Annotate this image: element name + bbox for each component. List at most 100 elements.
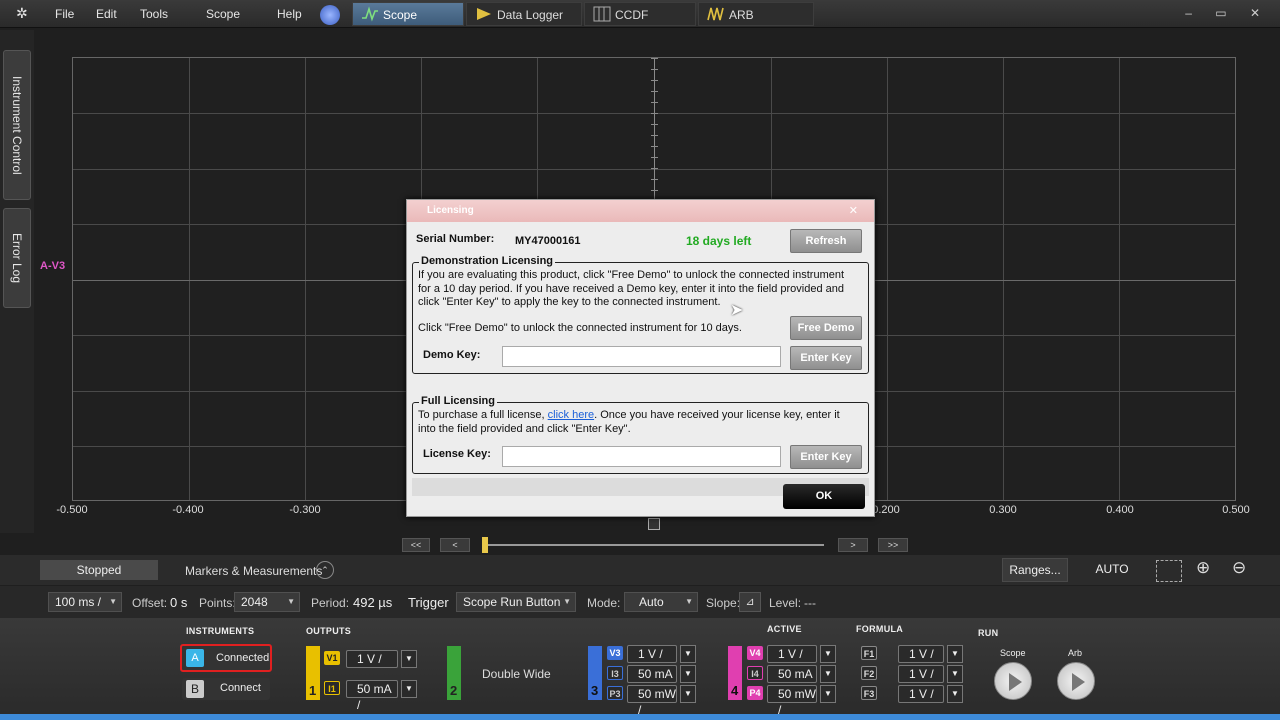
menu-edit[interactable]: Edit	[96, 7, 117, 21]
serial-number-label: Serial Number:	[416, 233, 495, 245]
ch4-voltage-scale[interactable]: 1 V / ▼	[767, 645, 836, 663]
channel-4-number: 4	[731, 683, 739, 698]
ch4-current-scale[interactable]: 50 mA /▼	[767, 665, 836, 697]
chevron-down-icon: ▼	[685, 597, 693, 606]
mode-dropdown[interactable]: Auto ▼	[624, 592, 698, 612]
run-arb-play-button[interactable]	[1057, 662, 1095, 700]
window-controls[interactable]: – ▭ ✕	[1185, 6, 1270, 20]
menu-file[interactable]: File	[55, 7, 74, 21]
ch1-voltage-tag: V1	[324, 651, 340, 665]
serial-number-value: MY47000161	[515, 235, 581, 247]
demo-key-input[interactable]	[502, 346, 781, 367]
trigger-value: Scope Run Button	[463, 595, 561, 609]
chevron-down-icon[interactable]: ▼	[820, 665, 836, 683]
chevron-down-icon[interactable]: ▼	[680, 685, 696, 703]
trigger-dropdown[interactable]: Scope Run Button ▼	[456, 592, 576, 612]
demo-text-line: for a 10 day period. If you have receive…	[418, 283, 844, 295]
tab-ccdf[interactable]: CCDF	[584, 2, 696, 26]
menu-tools[interactable]: Tools	[140, 7, 168, 21]
tab-data-logger[interactable]: Data Logger	[466, 2, 582, 26]
instrument-a-badge: A	[186, 649, 204, 667]
purchase-link[interactable]: click here	[548, 409, 594, 421]
auto-scale-button[interactable]: AUTO SCALE	[1076, 558, 1148, 598]
rising-slope-icon[interactable]: ⊿	[739, 592, 761, 612]
points-value: 2048	[241, 595, 268, 609]
x-tick-label: 0.500	[1222, 504, 1250, 516]
ch1-voltage-value: 1 V /	[357, 652, 382, 666]
demo-enter-key-button[interactable]: Enter Key	[790, 346, 862, 370]
instrument-a-status: Connected	[216, 652, 270, 664]
zoom-in-icon[interactable]: ⊕	[1196, 558, 1218, 580]
markers-measurements-toggle[interactable]: Markers & Measurements	[185, 564, 322, 578]
formula-f2-scale[interactable]: 1 V / ▼	[898, 665, 963, 683]
timebase-dropdown[interactable]: 100 ms / ▼	[48, 592, 122, 612]
scroll-first-button[interactable]: <<	[402, 538, 430, 552]
full-text-start: To purchase a full license,	[418, 409, 548, 421]
grid-line	[1003, 58, 1004, 500]
ch1-voltage-scale[interactable]: 1 V / ▼	[346, 650, 417, 668]
ch1-current-scale[interactable]: 50 mA / ▼	[346, 680, 417, 712]
full-text-line: To purchase a full license, click here. …	[418, 409, 840, 421]
chevron-down-icon[interactable]: ▼	[947, 645, 963, 663]
license-enter-key-button[interactable]: Enter Key	[790, 445, 862, 469]
sidebar-tab-instrument-control[interactable]: Instrument Control	[3, 50, 31, 200]
refresh-button[interactable]: Refresh	[790, 229, 862, 253]
ch3-current-scale[interactable]: 50 mA /▼	[627, 665, 696, 697]
level-value[interactable]: ---	[804, 596, 816, 610]
scroll-next-button[interactable]: >	[838, 538, 868, 552]
x-tick-label: -0.400	[172, 504, 204, 516]
formula-f3-value: 1 V /	[909, 687, 934, 701]
chevron-down-icon[interactable]: ▼	[947, 665, 963, 683]
active-title: ACTIVE	[767, 624, 802, 634]
dialog-title: Licensing	[407, 200, 874, 222]
chevron-up-icon[interactable]: ⌃	[316, 561, 334, 579]
offset-value[interactable]: 0 s	[170, 595, 187, 610]
instrument-a-connected[interactable]: A Connected	[180, 644, 272, 672]
x-tick-label: -0.300	[289, 504, 321, 516]
ok-button[interactable]: OK	[783, 484, 865, 509]
licensing-dialog: Licensing ✕ Serial Number: MY47000161 18…	[406, 199, 875, 517]
scroll-last-button[interactable]: >>	[878, 538, 908, 552]
chevron-down-icon[interactable]: ▼	[947, 685, 963, 703]
chevron-down-icon[interactable]: ▼	[401, 650, 417, 668]
scroll-prev-button[interactable]: <	[440, 538, 470, 552]
ranges-button[interactable]: Ranges...	[1002, 558, 1068, 582]
zoom-box-icon[interactable]	[1156, 560, 1182, 582]
period-value: 492 µs	[353, 595, 393, 610]
slope-label: Slope:	[706, 596, 741, 610]
tab-arb[interactable]: ARB	[698, 2, 814, 26]
ch3-voltage-scale[interactable]: 1 V / ▼	[627, 645, 696, 663]
channel-marker[interactable]: A-V3	[40, 260, 65, 272]
instrument-b-connect[interactable]: B Connect	[182, 678, 270, 700]
app-logo-icon[interactable]: ✲	[16, 5, 28, 22]
trigger-marker[interactable]	[648, 518, 660, 530]
full-text-line: into the field provided and click "Enter…	[418, 423, 631, 435]
chevron-down-icon[interactable]: ▼	[680, 645, 696, 663]
ch3-power-scale[interactable]: 50 mW / ▼	[627, 685, 696, 717]
chevron-down-icon[interactable]: ▼	[680, 665, 696, 683]
ch4-power-scale[interactable]: 50 mW / ▼	[767, 685, 836, 717]
menu-scope[interactable]: Scope	[206, 7, 240, 21]
points-dropdown[interactable]: 2048 ▼	[234, 592, 300, 612]
tab-scope[interactable]: Scope	[352, 2, 464, 26]
chevron-down-icon[interactable]: ▼	[820, 645, 836, 663]
formula-f3-scale[interactable]: 1 V / ▼	[898, 685, 963, 703]
full-licensing-group: Full Licensing To purchase a full licens…	[412, 395, 869, 474]
free-demo-button[interactable]: Free Demo	[790, 316, 862, 340]
formula-f1-scale[interactable]: 1 V / ▼	[898, 645, 963, 663]
slider-thumb[interactable]	[482, 537, 488, 553]
run-title: RUN	[978, 628, 999, 638]
run-scope-play-button[interactable]	[994, 662, 1032, 700]
chevron-down-icon[interactable]: ▼	[401, 680, 417, 698]
zoom-out-icon[interactable]: ⊖	[1232, 558, 1254, 580]
chevron-down-icon[interactable]: ▼	[820, 685, 836, 703]
menu-help[interactable]: Help	[277, 7, 302, 21]
license-key-input[interactable]	[502, 446, 781, 467]
formula-f2-tag[interactable]: F2	[861, 666, 877, 680]
globe-icon[interactable]	[320, 5, 340, 25]
close-icon[interactable]: ✕	[849, 204, 858, 217]
formula-f3-tag[interactable]: F3	[861, 686, 877, 700]
sidebar-tab-error-log[interactable]: Error Log	[3, 208, 31, 308]
time-scroll-slider[interactable]	[484, 544, 824, 546]
formula-f1-tag[interactable]: F1	[861, 646, 877, 660]
